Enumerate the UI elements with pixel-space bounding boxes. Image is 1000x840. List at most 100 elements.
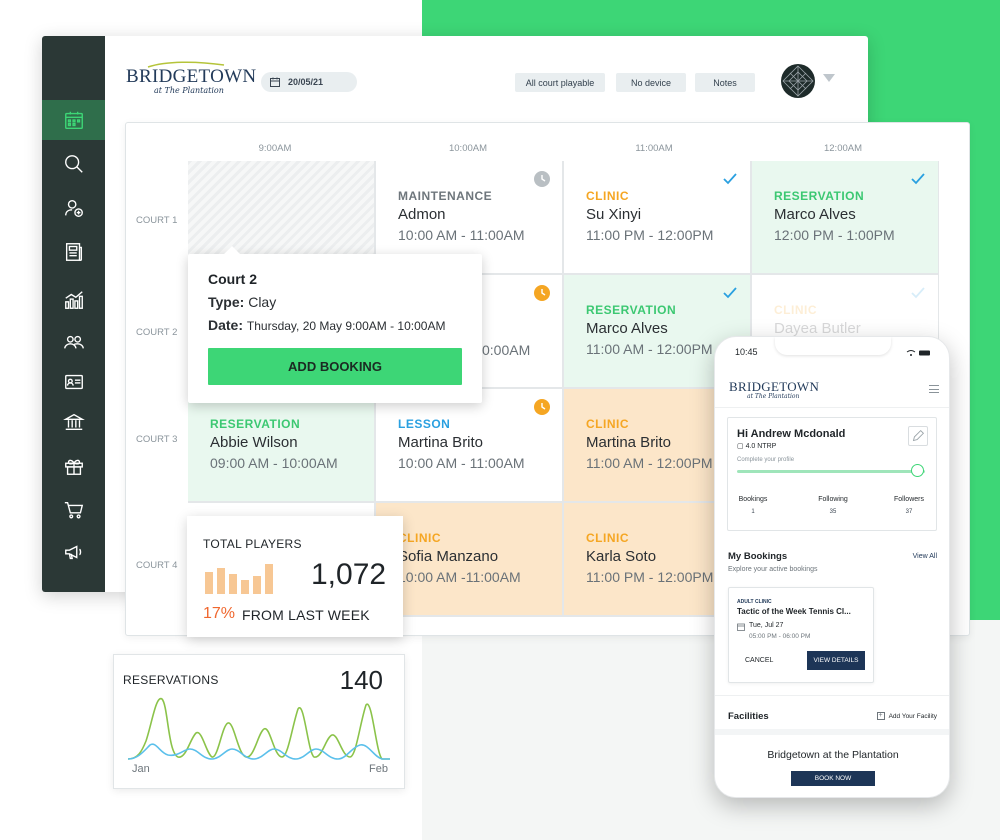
calendar-icon — [64, 111, 83, 129]
sidebar-item-add-user[interactable] — [42, 188, 105, 228]
stat-followers: Followers 37 — [884, 496, 934, 515]
stat-value: 1 — [751, 509, 755, 515]
booking-name: Sofia Manzano — [398, 548, 499, 565]
booking-time: 10:00 AM - 11:00AM — [398, 455, 525, 471]
view-details-button[interactable]: VIEW DETAILS — [807, 651, 865, 670]
time-header-9am: 9:00AM — [258, 143, 292, 154]
sidebar-item-news[interactable] — [42, 232, 105, 272]
hamburger-menu-icon[interactable] — [929, 385, 939, 393]
profile-greeting: Hi Andrew Mcdonald — [737, 428, 846, 440]
facility-card: Bridgetown at the Plantation BOOK NOW — [715, 729, 949, 797]
sidebar-item-shop[interactable] — [42, 490, 105, 530]
all-court-playable-button[interactable]: All court playable — [515, 73, 605, 92]
gift-icon — [64, 459, 83, 475]
add-facility-label: Add Your Facility — [888, 712, 937, 720]
sidebar-item-announcements[interactable] — [42, 532, 105, 572]
stat-label: Bookings — [738, 496, 768, 503]
booking-type: MAINTENANCE — [398, 189, 493, 203]
no-device-button[interactable]: No device — [616, 73, 686, 92]
complete-profile-label: Complete your profile — [737, 457, 795, 463]
tooltip-date-value: Thursday, 20 May 9:00AM - 10:00AM — [246, 319, 446, 333]
logo-wordmark: BRIDGETOWN — [126, 66, 257, 87]
booking-card[interactable]: RESERVATION Marco Alves 12:00 PM - 1:00P… — [752, 161, 938, 273]
reservations-sparkline — [128, 698, 390, 760]
booking-card[interactable]: CLINIC Su Xinyi 11:00 PM - 12:00PM — [564, 161, 750, 273]
stat-label: Followers — [894, 496, 924, 503]
profile-progress-bar — [737, 470, 925, 473]
sidebar-item-gifts[interactable] — [42, 446, 105, 486]
court-label-2: COURT 2 — [136, 327, 178, 338]
reservations-x-start: Jan — [132, 763, 150, 775]
booking-tooltip: Court 2 Type: Clay Date: Thursday, 20 Ma… — [188, 246, 482, 403]
sidebar-item-id-card[interactable] — [42, 362, 105, 402]
check-icon — [911, 287, 925, 299]
tooltip-type-value: Clay — [248, 294, 277, 310]
clock-grey-icon — [534, 171, 550, 187]
date-picker[interactable]: 20/05/21 — [261, 72, 357, 92]
booking-name: Admon — [398, 206, 446, 223]
view-all-link[interactable]: View All — [913, 553, 937, 560]
phone-logo: BRIDGETOWN at The Plantation — [729, 379, 819, 405]
booking-card[interactable]: LESSON Martina Brito 10:00 AM - 11:00AM — [376, 389, 562, 501]
total-players-card: TOTAL PLAYERS 1,072 17% FROM LAST WEEK — [187, 516, 403, 637]
phone-mockup: 10:45 BRIDGETOWN at The Plantation Hi An… — [714, 336, 950, 798]
time-header-10am: 10:00AM — [448, 143, 488, 154]
avatar-pattern-icon — [782, 65, 814, 97]
booking-item: ADULT CLINIC Tactic of the Week Tennis C… — [728, 587, 874, 683]
clock-orange-icon — [534, 285, 550, 301]
players-bars-icon — [205, 564, 273, 594]
stat-value: 35 — [829, 509, 837, 515]
sidebar-item-members[interactable] — [42, 322, 105, 362]
tooltip-title: Court 2 — [208, 271, 257, 287]
cancel-button[interactable]: CANCEL — [745, 657, 773, 664]
id-card-icon — [64, 374, 83, 390]
cart-icon — [64, 501, 83, 519]
booking-type: RESERVATION — [774, 189, 865, 203]
booking-card[interactable]: RESERVATION Abbie Wilson 09:00 AM - 10:0… — [188, 389, 374, 501]
calendar-icon — [737, 623, 745, 631]
check-icon — [723, 173, 737, 185]
sidebar — [42, 36, 105, 592]
court-label-4: COURT 4 — [136, 560, 178, 571]
tooltip-type-line: Type: Clay — [208, 294, 462, 310]
time-header-11am: 11:00AM — [635, 143, 673, 154]
booking-date: Tue, Jul 27 — [749, 622, 784, 629]
bank-icon — [62, 413, 85, 431]
bookmark-icon: ▢ — [737, 443, 744, 450]
booking-time: 11:00 PM - 12:00PM — [586, 227, 714, 243]
notes-button[interactable]: Notes — [695, 73, 755, 92]
clock-orange-icon — [534, 399, 550, 415]
bridgetown-logo: BRIDGETOWN at The Plantation — [126, 61, 257, 102]
newspaper-icon — [65, 243, 82, 261]
logo-swoosh-icon — [147, 61, 225, 68]
book-now-button[interactable]: BOOK NOW — [791, 771, 875, 786]
booking-title: Tactic of the Week Tennis Cl... — [737, 607, 851, 616]
chevron-down-icon[interactable] — [823, 74, 835, 82]
reservations-title: RESERVATIONS — [123, 673, 219, 687]
users-icon — [63, 335, 84, 349]
time-header-12am: 12:00AM — [823, 143, 863, 154]
booking-time: 10:00 AM - 11:00AM — [398, 227, 525, 243]
my-bookings-subtitle: Explore your active bookings — [728, 566, 818, 573]
sidebar-item-facility[interactable] — [42, 402, 105, 442]
tooltip-date-label: Date: — [208, 317, 244, 333]
booking-card[interactable]: CLINIC Sofia Manzano 10:00 AM -11:00AM — [376, 503, 562, 615]
edit-icon[interactable] — [908, 426, 928, 446]
phone-clock: 10:45 — [735, 347, 758, 357]
add-facility-link[interactable]: + Add Your Facility — [876, 712, 937, 720]
add-booking-button[interactable]: ADD BOOKING — [208, 348, 462, 385]
sidebar-item-stats[interactable] — [42, 280, 105, 320]
booking-type: LESSON — [398, 417, 451, 431]
booking-time: 09:00 AM - 10:00AM — [210, 455, 338, 471]
players-change-label: FROM LAST WEEK — [242, 607, 370, 623]
booking-name: Abbie Wilson — [210, 434, 298, 451]
tooltip-date-line: Date: Thursday, 20 May 9:00AM - 10:00AM — [208, 317, 462, 333]
reservations-card: RESERVATIONS 140 Jan Feb — [113, 654, 405, 789]
stat-value: 37 — [905, 509, 913, 515]
sidebar-item-calendar[interactable] — [42, 100, 105, 140]
sidebar-item-search[interactable] — [42, 144, 105, 184]
booking-name: Martina Brito — [398, 434, 484, 451]
court-label-1: COURT 1 — [136, 215, 178, 226]
avatar[interactable] — [781, 64, 815, 98]
total-players-value: 1,072 — [311, 558, 387, 591]
